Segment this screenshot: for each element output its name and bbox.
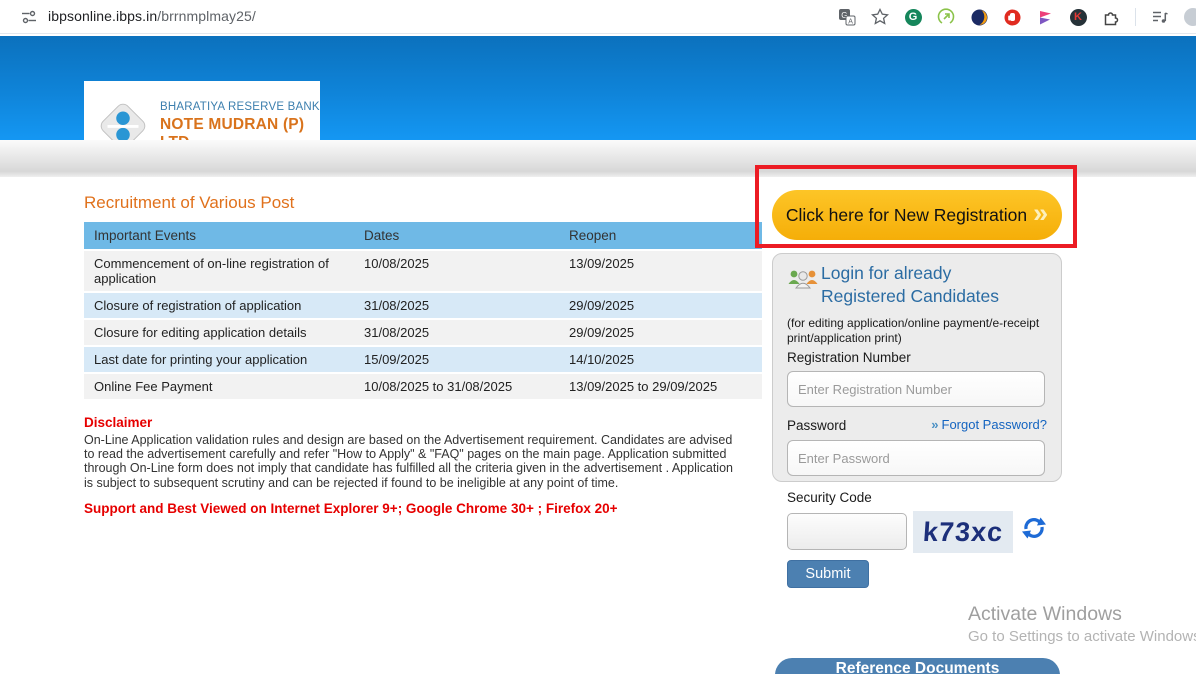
forgot-chevron-icon: » [931,417,938,432]
date-cell: 31/08/2025 [354,320,559,347]
table-row: Commencement of on-line registration of … [84,251,762,293]
table-row: Online Fee Payment 10/08/2025 to 31/08/2… [84,374,762,401]
login-panel: Login for already Registered Candidates … [772,253,1062,482]
pagespeed-extension-icon[interactable] [937,8,955,26]
browser-toolbar: ibpsonline.ibps.in/brrnmplmay25/ G A G [0,0,1196,34]
reopen-cell: 29/09/2025 [559,293,762,320]
important-events-table: Important Events Dates Reopen Commenceme… [84,222,762,401]
registration-number-label: Registration Number [787,350,911,365]
extensions-puzzle-icon[interactable] [1102,8,1120,26]
table-row: Closure of registration of application 3… [84,293,762,320]
date-cell: 31/08/2025 [354,293,559,320]
activate-windows-watermark: Activate Windows [968,603,1122,626]
new-registration-button[interactable]: Click here for New Registration » [772,190,1062,240]
event-cell: Last date for printing your application [84,347,354,374]
screen: ibpsonline.ibps.in/brrnmplmay25/ G A G [0,0,1196,674]
flag-extension-icon[interactable] [1036,8,1054,26]
new-registration-label: Click here for New Registration [786,205,1027,226]
url-path: /brrnmplmay25/ [157,8,256,24]
table-header-row: Important Events Dates Reopen [84,222,762,251]
grammarly-extension-icon[interactable]: G [904,8,922,26]
address-bar[interactable]: ibpsonline.ibps.in/brrnmplmay25/ [48,8,256,24]
col-header-reopen: Reopen [559,222,762,251]
reopen-cell: 13/09/2025 to 29/09/2025 [559,374,762,401]
submit-button[interactable]: Submit [787,560,869,588]
adblock-extension-icon[interactable] [1003,8,1021,26]
captcha-refresh-icon[interactable] [1022,516,1046,540]
date-cell: 10/08/2025 [354,251,559,293]
url-domain: ibpsonline.ibps.in [48,8,157,24]
date-cell: 15/09/2025 [354,347,559,374]
disclaimer-text: On-Line Application validation rules and… [84,433,744,490]
browser-support-note: Support and Best Viewed on Internet Expl… [84,501,618,516]
svg-text:A: A [848,18,853,25]
k-extension-icon[interactable]: K [1069,8,1087,26]
reopen-cell: 29/09/2025 [559,320,762,347]
logo-text-line1: BHARATIYA RESERVE BANK [160,101,320,113]
toolbar-icons: G A G [838,0,1196,34]
forgot-password-label: Forgot Password? [942,417,1048,432]
col-header-important-events: Important Events [84,222,354,251]
event-cell: Commencement of on-line registration of … [84,251,354,293]
profile-avatar-icon[interactable] [1184,8,1196,26]
forgot-password-link[interactable]: » Forgot Password? [931,417,1047,432]
site-settings-icon[interactable] [20,8,38,26]
bookmark-star-icon[interactable] [871,8,889,26]
date-cell: 10/08/2025 to 31/08/2025 [354,374,559,401]
reopen-cell: 13/09/2025 [559,251,762,293]
captcha-image: k73xc [913,511,1013,553]
password-input[interactable] [787,440,1045,476]
disclaimer-heading: Disclaimer [84,415,152,430]
reference-documents-button[interactable]: Reference Documents [775,658,1060,674]
table-row: Closure for editing application details … [84,320,762,347]
col-header-dates: Dates [354,222,559,251]
translate-icon[interactable]: G A [838,8,856,26]
page-title: Recruitment of Various Post [84,193,294,213]
security-code-input[interactable] [787,513,907,550]
reading-list-icon[interactable] [1151,8,1169,26]
users-group-icon [787,267,819,291]
reopen-cell: 14/10/2025 [559,347,762,374]
swirl-extension-icon[interactable] [970,8,988,26]
login-panel-subtitle: (for editing application/online payment/… [787,316,1051,346]
registration-number-input[interactable] [787,371,1045,407]
event-cell: Online Fee Payment [84,374,354,401]
activate-windows-subtext: Go to Settings to activate Windows [968,628,1196,645]
event-cell: Closure for editing application details [84,320,354,347]
security-code-label: Security Code [787,490,872,505]
login-panel-title: Login for already Registered Candidates [821,262,1026,308]
double-chevron-icon: » [1033,200,1048,227]
table-row: Last date for printing your application … [84,347,762,374]
site-header: BHARATIYA RESERVE BANK NOTE MUDRAN (P) L… [0,36,1196,140]
event-cell: Closure of registration of application [84,293,354,320]
captcha-text: k73xc [922,517,1004,548]
toolbar-separator [1135,8,1136,26]
password-label: Password [787,418,846,433]
